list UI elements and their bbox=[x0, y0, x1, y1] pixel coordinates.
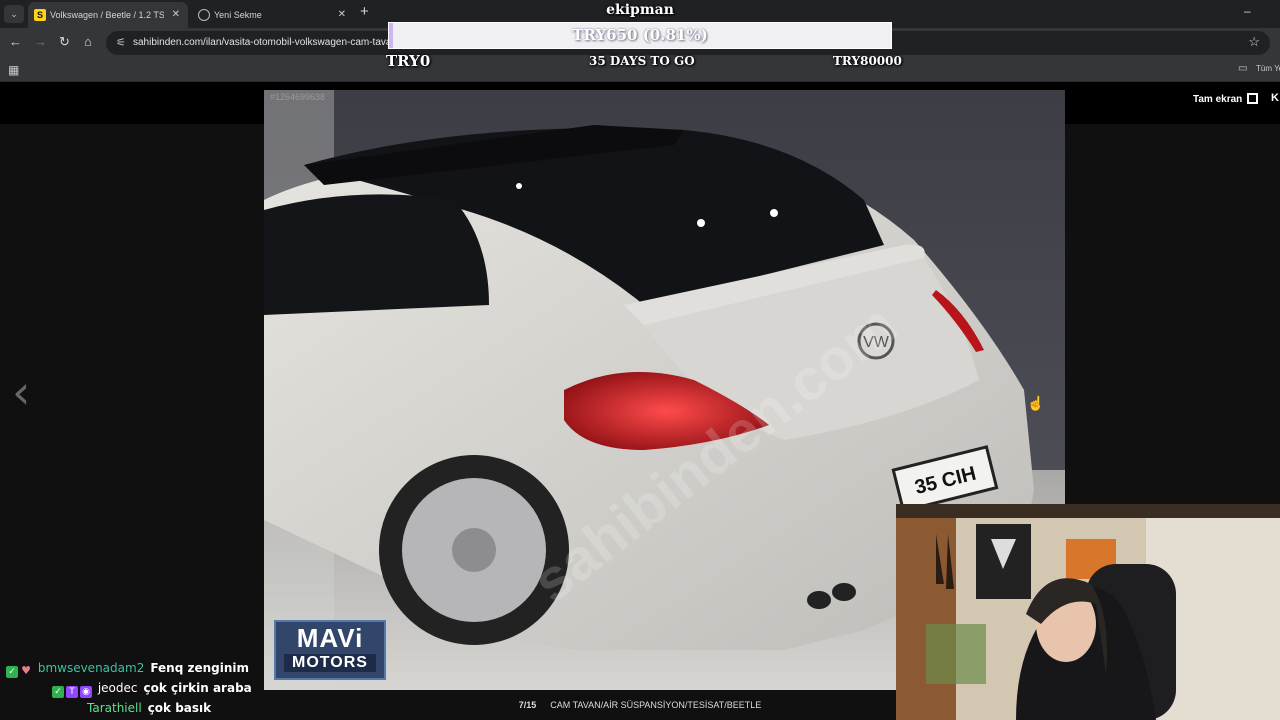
prime-badge-icon: ◉ bbox=[80, 686, 92, 698]
chat-message: ✓ ♥ bmwsevenadam2 Fenq zenginim bbox=[6, 658, 266, 678]
tab-title: Yeni Sekme bbox=[214, 10, 262, 20]
site-info-icon[interactable]: ⚟ bbox=[116, 36, 126, 49]
chat-text: çok çirkin araba bbox=[143, 681, 252, 695]
minimize-icon[interactable]: – bbox=[1244, 4, 1251, 18]
dealer-logo-line2: MOTORS bbox=[284, 654, 376, 672]
gift-badge-icon: ♥ bbox=[21, 664, 31, 677]
goal-amount: TRY650 (0.81%) bbox=[572, 26, 708, 44]
verified-check-icon: ✓ bbox=[6, 666, 18, 678]
chat-username[interactable]: jeodec bbox=[98, 681, 138, 695]
chat-overlay: ✓ ♥ bmwsevenadam2 Fenq zenginim ✓ T ◉ jeodec… bbox=[6, 658, 266, 718]
new-tab-button[interactable]: + bbox=[360, 3, 369, 20]
chat-text: çok basık bbox=[147, 701, 212, 715]
all-bookmarks-link[interactable]: Tüm Ye bbox=[1256, 64, 1280, 73]
chat-username[interactable]: Tarathiell bbox=[87, 701, 142, 715]
goal-progress-bar: TRY650 (0.81%) bbox=[388, 22, 892, 49]
chat-message: ✓ T ◉ jeodec çok çirkin araba bbox=[6, 678, 266, 698]
photo-caption-text: CAM TAVAN/AİR SÜSPANSİYON/TESİSAT/BEETLE bbox=[550, 700, 762, 710]
reload-icon[interactable]: ↻ bbox=[59, 34, 70, 50]
url-text[interactable]: sahibinden.com/ilan/vasita-otomobil-volk… bbox=[133, 31, 391, 55]
chat-username[interactable]: bmwsevenadam2 bbox=[38, 661, 145, 675]
folder-icon[interactable]: ▭ bbox=[1238, 63, 1247, 74]
globe-icon bbox=[198, 9, 210, 21]
goal-days-left: 35 DAYS TO GO bbox=[589, 54, 695, 68]
photo-counter: 7/15 bbox=[518, 700, 537, 710]
goal-start-amount: TRY0 bbox=[386, 52, 431, 70]
dealer-logo: MAVi MOTORS bbox=[274, 620, 386, 680]
back-icon[interactable]: ← bbox=[9, 34, 22, 49]
listing-id: #1264699638 bbox=[270, 92, 326, 102]
fullscreen-icon bbox=[1247, 93, 1259, 104]
close-viewer-label[interactable]: K bbox=[1271, 92, 1279, 104]
forward-icon[interactable]: → bbox=[34, 34, 47, 49]
goal-target-amount: TRY80000 bbox=[833, 54, 902, 68]
webcam-feed bbox=[896, 504, 1280, 720]
home-icon[interactable]: ⌂ bbox=[84, 34, 92, 49]
fullscreen-label: Tam ekran bbox=[1193, 94, 1243, 105]
webcam-illustration bbox=[896, 504, 1280, 720]
dealer-logo-line1: MAVi bbox=[296, 623, 364, 653]
fullscreen-button[interactable]: Tam ekran bbox=[1193, 93, 1259, 105]
tab-title: Volkswagen / Beetle / 1.2 TSI / bbox=[50, 10, 164, 20]
verified-check-icon: ✓ bbox=[52, 686, 64, 698]
tab-close-icon[interactable]: ✕ bbox=[172, 2, 180, 28]
tab-new-tab[interactable]: Yeni Sekme ✕ bbox=[192, 2, 354, 28]
hand-cursor-icon: ☝ bbox=[1027, 395, 1045, 411]
bookmark-star-icon[interactable]: ☆ bbox=[1248, 34, 1260, 50]
tab-search-button[interactable]: ⌄ bbox=[4, 5, 24, 23]
apps-grid-icon[interactable]: ▦ bbox=[8, 63, 19, 77]
sahibinden-favicon-icon: S bbox=[34, 9, 46, 21]
subscriber-badge-icon: T bbox=[66, 686, 78, 698]
tab-volkswagen-beetle[interactable]: S Volkswagen / Beetle / 1.2 TSI / ✕ bbox=[28, 2, 188, 28]
tab-close-icon[interactable]: ✕ bbox=[338, 2, 346, 28]
goal-title: ekipman bbox=[606, 2, 674, 18]
stream-screen: ⌄ S Volkswagen / Beetle / 1.2 TSI / ✕ Ye… bbox=[0, 0, 1280, 720]
chat-message: Tarathiell çok basık bbox=[6, 698, 266, 718]
previous-photo-arrow-icon[interactable]: ‹ bbox=[12, 365, 30, 419]
chat-text: Fenq zenginim bbox=[150, 661, 250, 675]
